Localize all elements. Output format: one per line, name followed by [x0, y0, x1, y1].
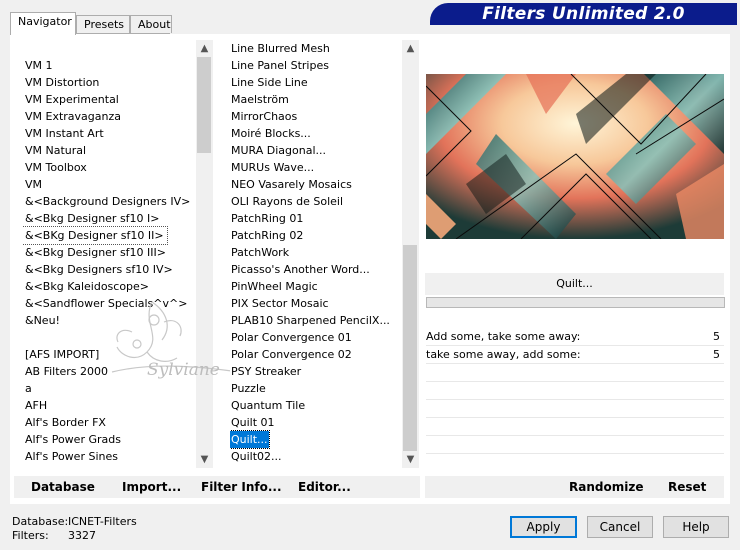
param-row[interactable]: take some away, add some: 5 — [426, 346, 724, 363]
app-title: Filters Unlimited 2.0 — [430, 3, 737, 25]
filter-list-item[interactable]: Moiré Blocks... — [230, 125, 312, 142]
category-list-item[interactable]: Alf's Power Grads — [22, 431, 124, 448]
filter-info-button[interactable]: Filter Info... — [201, 476, 282, 498]
category-list-item[interactable]: Alf's Power Sines — [22, 448, 121, 465]
category-list-item[interactable]: VM 1 — [22, 57, 56, 74]
filter-list-item[interactable]: Quilt... — [230, 430, 270, 449]
filter-list-item[interactable]: PLAB10 Sharpened PencilX... — [230, 312, 391, 329]
filter-list-item[interactable]: PinWheel Magic — [230, 278, 319, 295]
filter-list-item[interactable]: Quilt 01 — [230, 414, 276, 431]
param-divider — [426, 435, 724, 436]
filter-list[interactable]: Line Blurred Mesh Line Panel Stripes Line … — [230, 40, 402, 468]
filter-list-item[interactable]: MURUs Wave... — [230, 159, 315, 176]
filter-list-item[interactable]: OLI Rayons de Soleil — [230, 193, 344, 210]
filter-list-item[interactable]: Polar Convergence 01 — [230, 329, 353, 346]
filter-list-item[interactable]: Puzzle — [230, 380, 267, 397]
reset-button[interactable]: Reset — [668, 476, 706, 498]
filter-list-item[interactable]: Maelström — [230, 91, 290, 108]
watermark-text: Sylviane — [147, 360, 220, 380]
preview-image — [426, 74, 724, 239]
param-row[interactable]: Add some, take some away: 5 — [426, 328, 724, 345]
category-list-item[interactable]: &<Bkg Designers sf10 IV> — [22, 261, 176, 278]
filter-scrollbar[interactable]: ▲ ▼ — [402, 40, 419, 468]
randomize-button[interactable]: Randomize — [569, 476, 643, 498]
param-label: take some away, add some: — [426, 348, 581, 361]
category-list-item[interactable]: Alf's Border FX — [22, 414, 109, 431]
category-list-item[interactable]: VM — [22, 176, 45, 193]
category-list-item[interactable]: &Neu! — [22, 312, 63, 329]
category-list-item[interactable]: &<Bkg Designer sf10 I> — [22, 210, 163, 227]
param-label: Add some, take some away: — [426, 330, 581, 343]
category-list-item[interactable]: &<BKg Designer sf10 II> — [22, 226, 168, 245]
import-button[interactable]: Import... — [122, 476, 181, 498]
cancel-button[interactable]: Cancel — [587, 516, 653, 538]
category-list-item[interactable]: VM Instant Art — [22, 125, 107, 142]
param-divider — [426, 381, 724, 382]
filter-list-item[interactable]: Line Blurred Mesh — [230, 40, 331, 57]
filter-list-item[interactable]: Polar Convergence 02 — [230, 346, 353, 363]
param-divider — [426, 363, 724, 364]
param-divider — [426, 417, 724, 418]
filter-name-button[interactable]: Quilt... — [425, 273, 724, 295]
filter-list-item[interactable]: MirrorChaos — [230, 108, 298, 125]
status-filters-label: Filters: — [12, 529, 49, 542]
filter-list-item[interactable]: Line Side Line — [230, 74, 309, 91]
filter-list-item[interactable]: PatchWork — [230, 244, 290, 261]
filter-list-item[interactable]: PSY Streaker — [230, 363, 302, 380]
apply-button[interactable]: Apply — [510, 516, 577, 538]
scroll-up-arrow-icon[interactable]: ▲ — [402, 40, 419, 57]
category-list-item[interactable]: VM Distortion — [22, 74, 102, 91]
filter-list-item[interactable]: NEO Vasarely Mosaics — [230, 176, 353, 193]
tab-navigator[interactable]: Navigator — [10, 12, 76, 35]
filter-list-item[interactable]: MURA Diagonal... — [230, 142, 327, 159]
list-toolbar: Database Import... Filter Info... Editor… — [14, 476, 420, 498]
filter-list-item[interactable]: Quilt02... — [230, 448, 283, 465]
scroll-down-arrow-icon[interactable]: ▼ — [402, 451, 419, 468]
category-list-item[interactable]: &<Background Designers IV> — [22, 193, 193, 210]
filter-list-item[interactable]: Line Panel Stripes — [230, 57, 330, 74]
scroll-down-arrow-icon[interactable]: ▼ — [196, 451, 213, 468]
category-list-item[interactable]: VM Natural — [22, 142, 89, 159]
status-filters-value: 3327 — [68, 529, 96, 542]
scrollbar-thumb[interactable] — [403, 245, 417, 451]
param-value: 5 — [713, 330, 720, 343]
param-divider — [426, 399, 724, 400]
scrollbar-thumb[interactable] — [197, 57, 211, 153]
category-list-item[interactable]: AFH — [22, 397, 50, 414]
category-list[interactable]: VM 1 VM Distortion VM Experimental VM Extra… — [22, 40, 196, 468]
param-divider — [426, 453, 724, 454]
scroll-up-arrow-icon[interactable]: ▲ — [196, 40, 213, 57]
category-list-item[interactable]: VM Experimental — [22, 91, 122, 108]
status-filters: Filters: 3327 — [12, 529, 96, 542]
category-list-item[interactable]: a — [22, 380, 35, 397]
category-list-item[interactable]: [AFS IMPORT] — [22, 346, 102, 363]
category-list-item[interactable]: VM Extravaganza — [22, 108, 124, 125]
tab-about[interactable]: About — [130, 15, 172, 33]
status-database-value: ICNET-Filters — [68, 515, 137, 528]
database-button[interactable]: Database — [31, 476, 95, 498]
status-database-label: Database: — [12, 515, 69, 528]
control-toolbar: Randomize Reset — [425, 476, 724, 498]
control-slider-track[interactable] — [426, 297, 725, 308]
category-scrollbar[interactable]: ▲ ▼ — [196, 40, 213, 468]
tab-presets[interactable]: Presets — [76, 15, 130, 33]
editor-button[interactable]: Editor... — [298, 476, 351, 498]
filter-list-item[interactable]: PatchRing 02 — [230, 227, 304, 244]
category-list-item[interactable]: VM Toolbox — [22, 159, 90, 176]
filter-list-item[interactable]: Picasso's Another Word... — [230, 261, 371, 278]
category-list-item[interactable]: &<Bkg Designer sf10 III> — [22, 244, 169, 261]
filter-list-item[interactable]: PatchRing 01 — [230, 210, 304, 227]
param-value: 5 — [713, 348, 720, 361]
filter-list-item[interactable]: PIX Sector Mosaic — [230, 295, 330, 312]
filter-list-item[interactable]: Quantum Tile — [230, 397, 306, 414]
status-database: Database: ICNET-Filters — [12, 515, 137, 528]
category-list-item[interactable] — [22, 329, 28, 346]
help-button[interactable]: Help — [663, 516, 729, 538]
